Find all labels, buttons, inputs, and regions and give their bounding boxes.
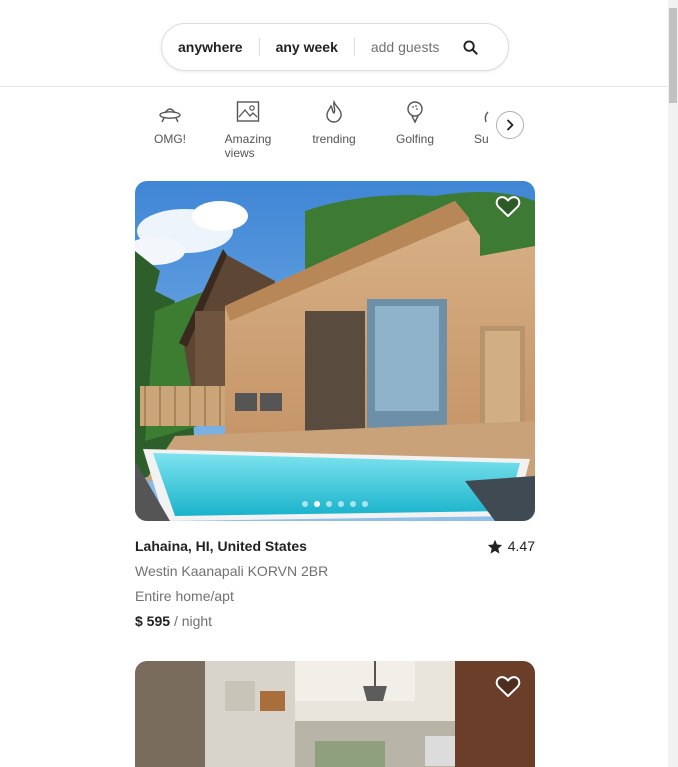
page-scrollbar[interactable] bbox=[668, 0, 678, 767]
price-amount: $ 595 bbox=[135, 613, 171, 629]
category-label: trending bbox=[312, 132, 356, 146]
search-icon[interactable] bbox=[462, 39, 478, 55]
category-label: OMG! bbox=[154, 132, 186, 146]
pagination-dot[interactable] bbox=[362, 501, 368, 507]
listing-location: Lahaina, HI, United States bbox=[135, 538, 307, 554]
category-trending[interactable]: trending bbox=[302, 88, 366, 146]
listing-photo[interactable] bbox=[135, 661, 535, 767]
rating-value: 4.47 bbox=[507, 538, 535, 554]
interior-photo bbox=[135, 661, 535, 767]
favorite-heart-icon[interactable] bbox=[495, 675, 521, 699]
where-button[interactable]: anywhere bbox=[162, 38, 259, 56]
golf-ball-icon bbox=[405, 88, 425, 124]
listing-rating: 4.47 bbox=[487, 538, 535, 554]
listing-title: Westin Kaanapali KORVN 2BR bbox=[135, 563, 329, 579]
star-icon bbox=[487, 539, 502, 554]
category-golfing[interactable]: Golfing bbox=[385, 88, 445, 146]
flame-icon bbox=[324, 88, 344, 124]
category-surfing[interactable]: Su bbox=[467, 88, 497, 146]
search-bar[interactable]: anywhere any week add guests bbox=[161, 23, 509, 71]
ufo-icon bbox=[158, 88, 182, 124]
pagination-dot[interactable] bbox=[326, 501, 332, 507]
categories-next-button[interactable] bbox=[496, 111, 524, 139]
pagination-dot[interactable] bbox=[302, 501, 308, 507]
category-omg[interactable]: OMG! bbox=[135, 88, 205, 146]
search-header: anywhere any week add guests bbox=[0, 0, 668, 87]
listings-page: anywhere any week add guests OMG! Amazin… bbox=[0, 0, 668, 767]
price-unit: / night bbox=[173, 613, 213, 629]
category-label: Amazing views bbox=[224, 132, 272, 160]
pagination-dot[interactable] bbox=[338, 501, 344, 507]
listing-photo[interactable] bbox=[135, 181, 535, 521]
pagination-dot[interactable] bbox=[350, 501, 356, 507]
photo-pagination bbox=[135, 501, 535, 507]
chalet-pool-photo bbox=[135, 181, 535, 521]
listing-info: Lahaina, HI, United States 4.47 Westin K… bbox=[135, 538, 535, 629]
framed-picture-icon bbox=[236, 88, 260, 124]
favorite-heart-icon[interactable] bbox=[495, 195, 521, 219]
chevron-right-icon bbox=[507, 119, 514, 131]
category-amazing-views[interactable]: Amazing views bbox=[215, 88, 281, 160]
surfing-icon bbox=[467, 88, 492, 124]
listing-type: Entire home/apt bbox=[135, 588, 234, 604]
scrollbar-thumb[interactable] bbox=[669, 8, 677, 103]
guests-button[interactable]: add guests bbox=[355, 38, 456, 56]
pagination-dot-active[interactable] bbox=[314, 501, 320, 507]
listing-price: $ 595 / night bbox=[135, 613, 535, 629]
listing-card[interactable] bbox=[135, 661, 535, 767]
category-label: Golfing bbox=[395, 132, 435, 146]
listing-card[interactable]: Lahaina, HI, United States 4.47 Westin K… bbox=[135, 181, 535, 629]
category-bar: OMG! Amazing views trending Golfing Su bbox=[135, 88, 535, 166]
when-button[interactable]: any week bbox=[260, 38, 354, 56]
category-label: Su bbox=[474, 132, 489, 146]
